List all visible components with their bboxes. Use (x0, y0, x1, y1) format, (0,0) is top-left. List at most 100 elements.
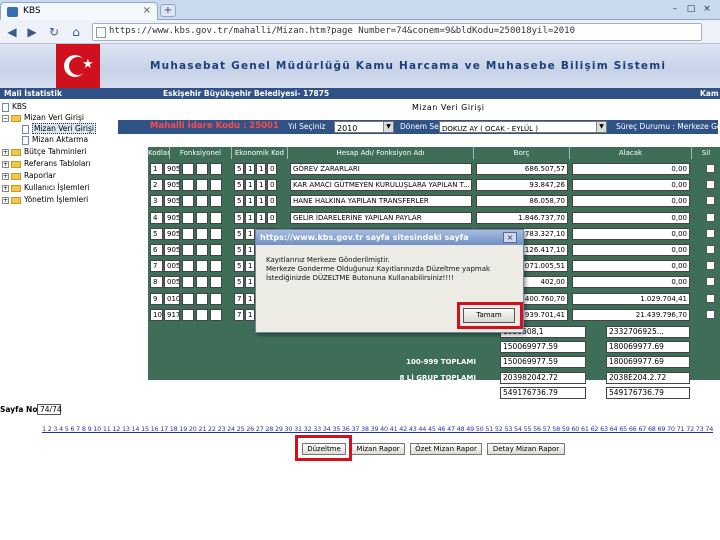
e4-input[interactable]: 0 (267, 195, 277, 208)
fonksiyonel-input[interactable] (196, 292, 208, 305)
fonksiyonel-input[interactable] (196, 260, 208, 273)
e4-input[interactable]: 0 (267, 179, 277, 192)
page-number-input[interactable]: 74/74 (37, 404, 62, 415)
b-input[interactable]: 905 (164, 163, 180, 175)
fonksiyonel-input[interactable] (210, 308, 222, 321)
expand-icon[interactable]: + (2, 196, 9, 204)
e2-input[interactable]: 1 (245, 211, 255, 224)
minimize-icon[interactable]: – (668, 3, 682, 15)
e2-input[interactable]: 1 (245, 227, 255, 240)
tree-item-kullanici-islemleri[interactable]: + Kullanıcı İşlemleri (2, 182, 89, 193)
e1-input[interactable]: 5 (234, 244, 244, 256)
tree-item-yonetim-islemleri[interactable]: + Yönetim İşlemleri (2, 194, 88, 205)
expand-icon[interactable]: + (2, 172, 9, 180)
alacak-input[interactable]: 21.439.796,70 (572, 308, 690, 321)
e2-input[interactable]: 1 (245, 179, 255, 192)
a-input[interactable]: 6 (150, 244, 163, 256)
a-input[interactable]: 3 (150, 195, 163, 208)
e3-input[interactable]: 1 (256, 195, 266, 208)
alacak-input[interactable]: 0,00 (572, 244, 690, 256)
maximize-icon[interactable]: □ (684, 3, 698, 15)
b-input[interactable]: 905 (164, 244, 180, 256)
dialog-close-icon[interactable]: × (503, 232, 517, 243)
fonksiyonel-input[interactable] (196, 244, 208, 256)
e2-input[interactable]: 1 (245, 163, 255, 175)
detay-mizan-rapor-button[interactable]: Detay Mizan Rapor (487, 443, 565, 455)
a-input[interactable]: 8 (150, 276, 163, 289)
b-input[interactable]: 005 (164, 276, 180, 289)
e2-input[interactable]: 1 (245, 195, 255, 208)
tree-subitem-mizan-veri-girisi[interactable]: Mizan Veri Girişi (22, 123, 96, 134)
a-input[interactable]: 7 (150, 260, 163, 273)
fonksiyonel-input[interactable] (210, 227, 222, 240)
a-input[interactable]: 10 (150, 308, 163, 321)
b-input[interactable]: 005 (164, 260, 180, 273)
name-input[interactable]: KAR AMACI GÜTMEYEN KURULUŞLARA YAPILAN T… (290, 179, 472, 192)
e1-input[interactable]: 5 (234, 211, 244, 224)
e1-input[interactable]: 5 (234, 163, 244, 175)
borc-input[interactable]: 1.846.737,70 (476, 211, 568, 224)
e3-input[interactable]: 1 (256, 163, 266, 175)
e4-input[interactable]: 0 (267, 163, 277, 175)
period-select[interactable]: DOKUZ AY ( OCAK - EYLÜL ) ▼ (439, 121, 607, 133)
e1-input[interactable]: 5 (234, 276, 244, 289)
close-window-icon[interactable]: × (700, 3, 714, 15)
e2-input[interactable]: 1 (245, 244, 255, 256)
b-input[interactable]: 905 (164, 227, 180, 240)
collapse-icon[interactable]: − (2, 114, 9, 122)
borc-input[interactable]: 93.847,26 (476, 179, 568, 192)
fonksiyonel-input[interactable] (196, 195, 208, 208)
expand-icon[interactable]: + (2, 184, 9, 192)
e1-input[interactable]: 7 (234, 308, 244, 321)
forward-icon[interactable]: ▶ (24, 24, 40, 40)
expand-icon[interactable]: + (2, 148, 9, 156)
delete-checkbox[interactable] (706, 293, 715, 303)
alacak-input[interactable]: 0,00 (572, 276, 690, 289)
mizan-rapor-button[interactable]: Mizan Rapor (351, 443, 405, 455)
alacak-input[interactable]: 0,00 (572, 163, 690, 175)
alacak-input[interactable]: 0,00 (572, 227, 690, 240)
b-input[interactable]: 905 (164, 179, 180, 192)
fonksiyonel-input[interactable] (210, 276, 222, 289)
fonksiyonel-input[interactable] (210, 179, 222, 192)
fonksiyonel-input[interactable] (196, 179, 208, 192)
e4-input[interactable]: 0 (267, 211, 277, 224)
year-select[interactable]: 2010 ▼ (334, 121, 394, 133)
delete-checkbox[interactable] (706, 277, 715, 287)
tree-item-referans-tablolari[interactable]: + Referans Tabloları (2, 158, 91, 169)
tree-item-raporlar[interactable]: + Raporlar (2, 170, 56, 181)
fonksiyonel-input[interactable] (182, 195, 194, 208)
page-links[interactable]: 1 2 3 4 5 6 7 8 9 10 11 12 13 14 15 16 1… (42, 425, 720, 433)
reload-icon[interactable]: ↻ (46, 24, 62, 40)
expand-icon[interactable]: + (2, 160, 9, 168)
tree-item-mizan-veri-girisi[interactable]: − Mizan Veri Girişi (2, 112, 84, 123)
fonksiyonel-input[interactable] (182, 308, 194, 321)
alacak-input[interactable]: 0,00 (572, 195, 690, 208)
alacak-input[interactable]: 1.029.704,41 (572, 292, 690, 305)
e2-input[interactable]: 1 (245, 276, 255, 289)
delete-checkbox[interactable] (706, 309, 715, 319)
new-tab-button[interactable]: + (160, 4, 176, 17)
ozet-mizan-rapor-button[interactable]: Özet Mizan Rapor (410, 443, 482, 455)
name-input[interactable]: HANE HALKINA YAPILAN TRANSFERLER (290, 195, 472, 208)
fonksiyonel-input[interactable] (182, 163, 194, 175)
tab-close-icon[interactable]: × (143, 5, 151, 16)
b-input[interactable]: 917 (164, 308, 180, 321)
alacak-input[interactable]: 0,00 (572, 179, 690, 192)
fonksiyonel-input[interactable] (196, 163, 208, 175)
e2-input[interactable]: 1 (245, 292, 255, 305)
alacak-input[interactable]: 0,00 (572, 260, 690, 273)
tree-item-butce-tahminleri[interactable]: + Bütçe Tahminleri (2, 146, 87, 157)
tree-subitem-mizan-aktarma[interactable]: Mizan Aktarma (22, 134, 88, 145)
delete-checkbox[interactable] (706, 180, 715, 190)
fonksiyonel-input[interactable] (210, 244, 222, 256)
fonksiyonel-input[interactable] (210, 163, 222, 175)
fonksiyonel-input[interactable] (196, 308, 208, 321)
fonksiyonel-input[interactable] (196, 211, 208, 224)
b-input[interactable]: 905 (164, 211, 180, 224)
fonksiyonel-input[interactable] (210, 292, 222, 305)
delete-checkbox[interactable] (706, 196, 715, 206)
delete-checkbox[interactable] (706, 245, 715, 254)
delete-checkbox[interactable] (706, 228, 715, 238)
a-input[interactable]: 2 (150, 179, 163, 192)
